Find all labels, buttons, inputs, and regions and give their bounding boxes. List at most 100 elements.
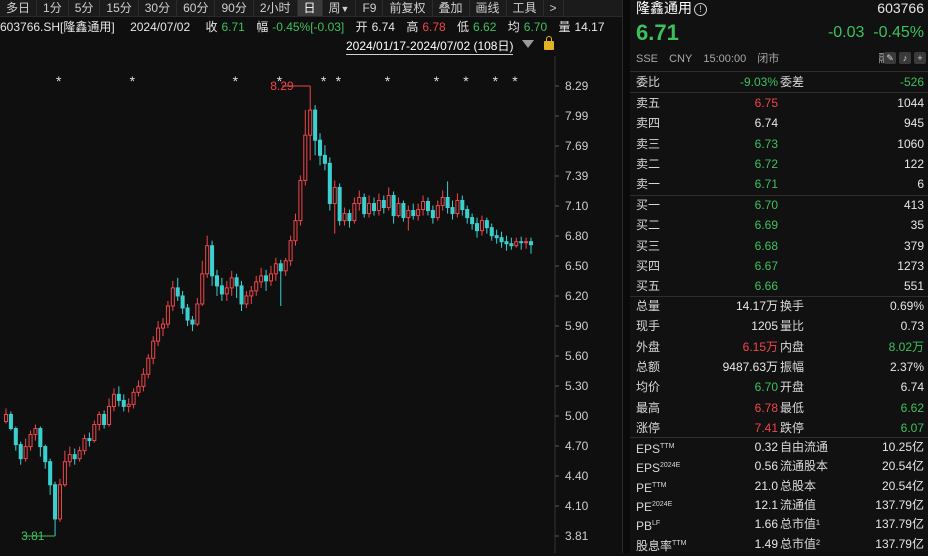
chevron-down-icon[interactable] [522, 40, 534, 48]
stat-value: 9487.63万 [722, 359, 778, 374]
stat-label: 振幅 [780, 359, 805, 374]
y-tick-label: 4.40 [565, 469, 589, 483]
bid-price: 6.69 [754, 218, 778, 233]
bell-icon[interactable]: ♪ [899, 52, 911, 64]
fund-value: 137.79亿 [875, 497, 924, 512]
date-range-selector[interactable]: 2024/01/17-2024/07/02 (108日) [346, 38, 514, 55]
stat-value: 6.15万 [742, 339, 778, 354]
y-tick-label: 7.99 [565, 109, 589, 123]
candle-body [72, 454, 77, 460]
fundamental-row: PE2024E 12.1 流通值 137.79亿 [630, 495, 928, 515]
fundamental-row: PBLF 1.66 总市值¹ 137.79亿 [630, 514, 928, 534]
fund-value: 137.79亿 [875, 517, 924, 532]
low-value: 6.62 [473, 20, 497, 34]
candlestick-chart[interactable]: 8.29 7.99 7.69 7.39 7.10 6.80 6.50 6.20 5.90 5.60… [0, 56, 622, 553]
chevron-down-icon[interactable]: ▼ [341, 4, 350, 14]
stat-value: 14.17万 [735, 299, 778, 313]
candle-body [234, 277, 239, 287]
toolbar-item[interactable]: 60分 [177, 0, 216, 16]
candle-body [504, 241, 509, 245]
bid-price: 6.66 [754, 279, 778, 294]
fund-value: 20.54亿 [881, 459, 924, 474]
ask-price: 6.73 [754, 136, 778, 151]
row-label: 委比 [636, 75, 661, 89]
candle-body [3, 413, 9, 422]
toolbar-item[interactable]: 2小时 [254, 0, 298, 16]
fund-value: 0.56 [754, 459, 778, 474]
toolbar-item[interactable]: 周▼ [323, 0, 357, 16]
open-caption: 开 [355, 20, 368, 34]
ask-volume: 1044 [897, 96, 924, 110]
candle-body [288, 240, 293, 262]
market-status: 闭市 [757, 53, 780, 65]
candle-body [337, 186, 342, 222]
candle-body [396, 203, 401, 217]
candle-body [67, 454, 72, 463]
stock-code: 603766 [877, 0, 924, 16]
bid-row: 买一 6.70 413 [630, 195, 928, 215]
toolbar-item[interactable]: 15分 [100, 0, 139, 16]
toolbar-item[interactable]: 90分 [215, 0, 254, 16]
toolbar-item[interactable]: 30分 [139, 0, 178, 16]
candle-body [470, 217, 475, 225]
y-tick-label: 4.70 [565, 439, 589, 453]
toolbar-item[interactable]: 工具 [507, 0, 544, 16]
candle-body [214, 275, 220, 287]
candle-body [205, 245, 210, 275]
toolbar-item[interactable]: 画线 [470, 0, 507, 16]
candle-body [121, 399, 126, 407]
toolbar-item[interactable]: 叠加 [433, 0, 470, 16]
bid-volume: 551 [903, 279, 924, 294]
add-icon[interactable]: + [914, 52, 926, 64]
candle-body [322, 154, 327, 164]
star-marker: * [321, 73, 327, 89]
candle-body [416, 209, 421, 217]
toolbar-item[interactable]: 5分 [69, 0, 101, 16]
lock-icon[interactable] [544, 36, 554, 50]
candle-body [254, 281, 259, 292]
y-tick-label: 7.69 [565, 139, 589, 153]
candle-body [33, 428, 38, 436]
info-icon[interactable]: ! [694, 2, 707, 16]
high-value: 6.78 [422, 20, 446, 34]
candle-body [131, 391, 136, 405]
symbol-label: 603766.SH[隆鑫通用] [0, 20, 115, 34]
fundamental-row: EPS2024E 0.56 流通股本 20.54亿 [630, 456, 928, 476]
y-tick-label: 5.00 [565, 409, 589, 423]
candle-body [406, 210, 411, 219]
toolbar-item[interactable]: F9 [356, 0, 384, 16]
candle-body [136, 385, 141, 393]
toolbar-item[interactable]: 1分 [37, 0, 69, 16]
y-tick-label: 6.50 [565, 259, 589, 273]
fundamental-row: 股息率TTM 1.49 总市值² 137.79亿 [630, 534, 928, 554]
bid-row: 买三 6.68 379 [630, 236, 928, 256]
candle-body [165, 305, 170, 325]
stat-row: 现手 1205 量比 0.73 [630, 316, 928, 336]
low-marker-label: 3.81 [21, 529, 45, 543]
toolbar-item[interactable]: 多日 [0, 0, 38, 16]
candle-body [175, 287, 180, 297]
bid-row: 买四 6.67 1273 [630, 256, 928, 276]
candle-body [268, 273, 273, 282]
candle-body [219, 285, 224, 295]
y-tick-label: 7.39 [565, 169, 589, 183]
toolbar-item[interactable]: > [544, 0, 564, 16]
ask-price: 6.71 [754, 177, 778, 192]
candle-body [38, 428, 43, 448]
bid-price: 6.67 [754, 258, 778, 273]
edit-icon[interactable]: ✎ [884, 52, 896, 64]
avg-value: 6.70 [523, 20, 548, 34]
vol-caption: 量 [558, 20, 571, 34]
close-value: 6.71 [221, 20, 245, 34]
candle-body [77, 450, 82, 460]
toolbar-item[interactable]: 前复权 [383, 0, 433, 16]
stat-label: 现手 [636, 319, 661, 334]
change-caption: 幅 [256, 20, 269, 34]
candle-body [489, 227, 494, 237]
fundamental-row: PETTM 21.0 总股本 20.54亿 [630, 476, 928, 496]
star-marker: * [463, 73, 469, 89]
candle-body [28, 434, 33, 448]
candle-body [411, 210, 416, 217]
bid-label: 买三 [636, 238, 661, 253]
toolbar-item[interactable]: 日 [297, 0, 323, 16]
